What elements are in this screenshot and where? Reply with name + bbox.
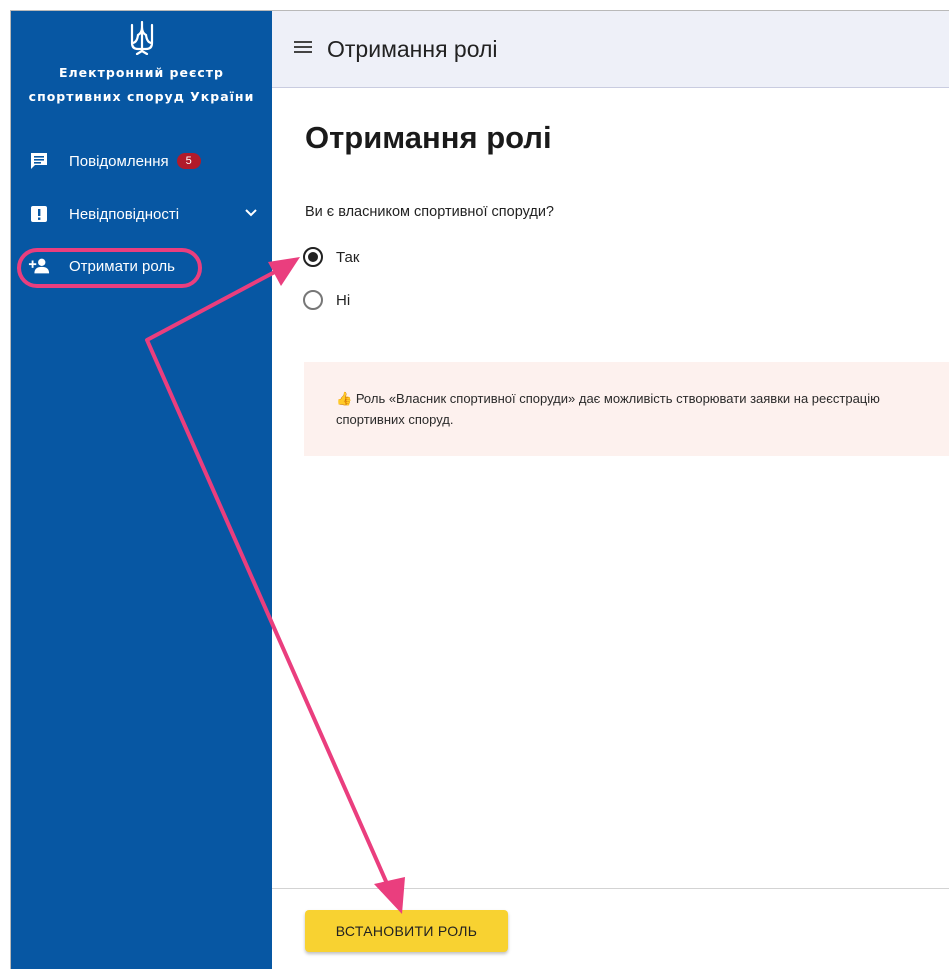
app-window: Електронний реєстр спортивних споруд Укр… [10, 10, 949, 969]
set-role-button[interactable]: ВСТАНОВИТИ РОЛЬ [305, 910, 508, 952]
thumbs-up-icon: 👍 [336, 391, 353, 406]
radio-label: Так [336, 248, 360, 266]
radio-unchecked-icon[interactable] [303, 290, 323, 310]
chevron-down-icon[interactable] [244, 206, 258, 224]
main-content: Отримання ролі Ви є власником спортивної… [272, 88, 949, 969]
info-text: Роль «Власник спортивної споруди» дає мо… [336, 391, 880, 427]
message-icon [28, 150, 50, 172]
brand-title-line1: Електронний реєстр [58, 65, 224, 80]
radio-option-yes[interactable]: Так [303, 247, 359, 267]
radio-checked-icon[interactable] [303, 247, 323, 267]
topbar-title: Отримання ролі [327, 35, 498, 62]
sidebar-item-label: Повідомлення [69, 152, 169, 170]
info-callout: 👍 Роль «Власник спортивної споруди» дає … [304, 362, 949, 456]
brand-title-line2: спортивних споруд України [28, 89, 255, 104]
top-app-bar: Отримання ролі [272, 11, 949, 88]
sidebar-item-label: Невідповідності [69, 205, 180, 223]
sidebar: Електронний реєстр спортивних споруд Укр… [11, 11, 272, 969]
page-title: Отримання ролі [305, 120, 552, 155]
owner-question: Ви є власником спортивної споруди? [305, 204, 554, 220]
annotation-highlight-circle [17, 248, 202, 288]
trident-logo-icon [130, 21, 153, 55]
footer-bar: ВСТАНОВИТИ РОЛЬ [272, 888, 949, 969]
notifications-count-badge: 5 [176, 153, 201, 169]
sidebar-item-notifications[interactable]: Повідомлення 5 [11, 141, 272, 181]
radio-label: Ні [336, 291, 351, 309]
sidebar-item-mismatches[interactable]: Невідповідності [11, 194, 272, 234]
radio-option-no[interactable]: Ні [303, 290, 350, 310]
hamburger-menu-icon[interactable] [294, 40, 312, 59]
warning-icon [28, 203, 50, 225]
brand: Електронний реєстр спортивних споруд Укр… [11, 11, 272, 109]
